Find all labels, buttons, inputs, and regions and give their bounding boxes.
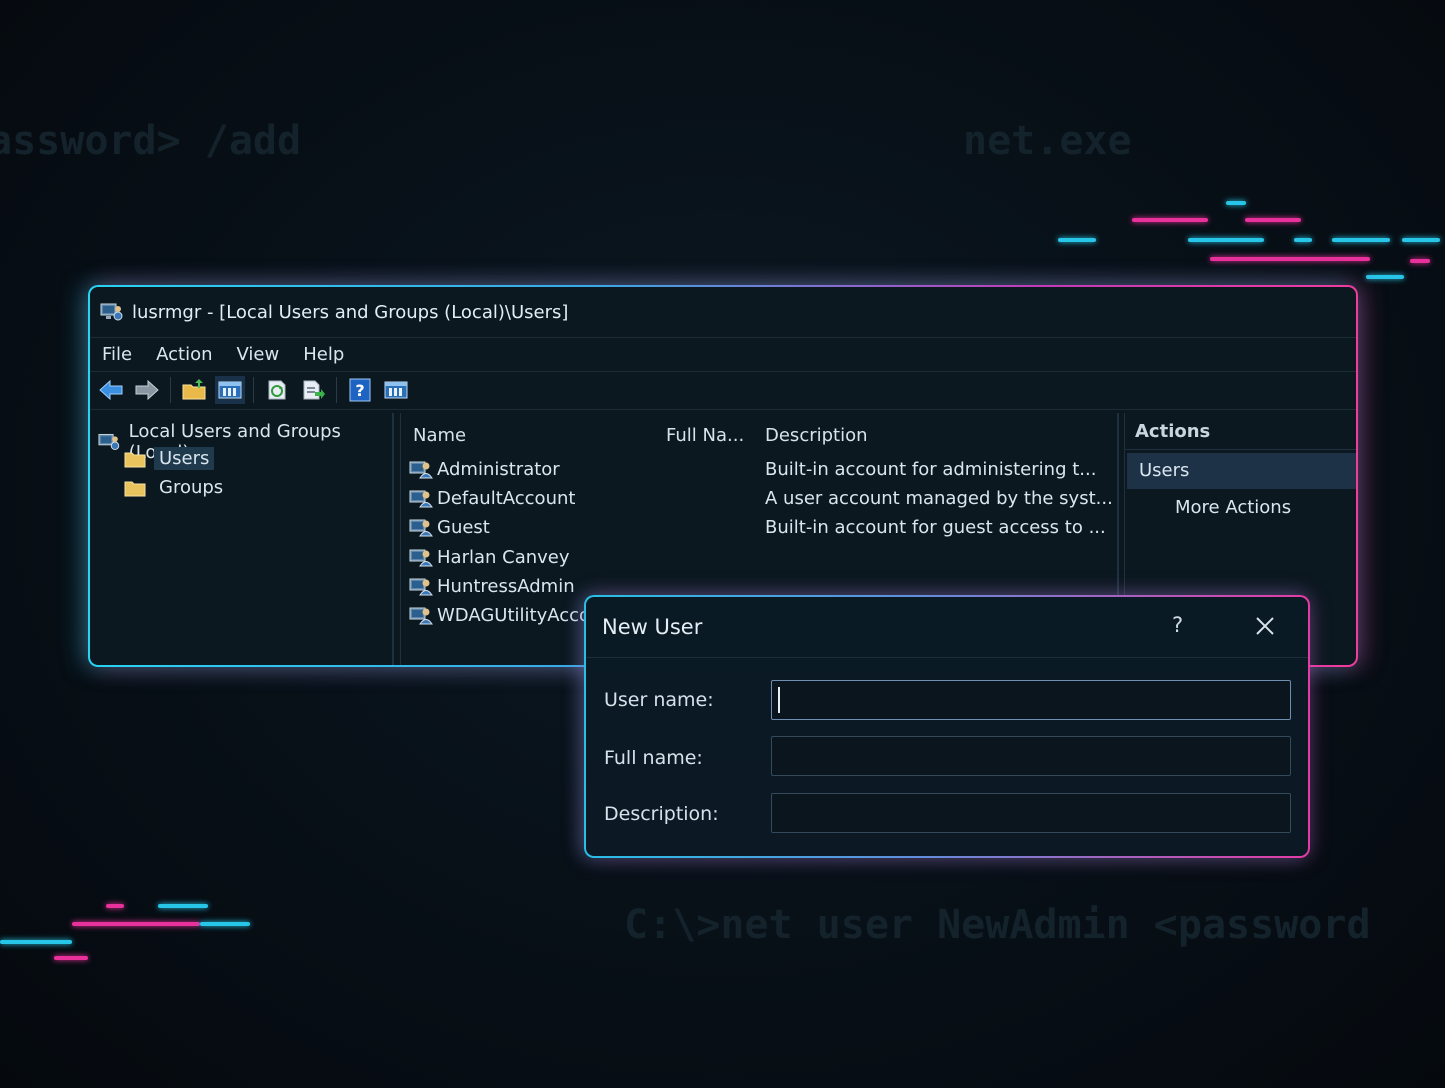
column-header-name[interactable]: Name: [413, 425, 466, 446]
table-row[interactable]: DefaultAccount: [409, 485, 575, 511]
menu-help[interactable]: Help: [303, 344, 344, 365]
tree-item-label: Users: [154, 447, 215, 470]
dialog-help-button[interactable]: ?: [1172, 613, 1183, 637]
help-icon: ?: [349, 378, 371, 402]
user-icon: [409, 519, 433, 537]
title-bar: lusrmgr - [Local Users and Groups (Local…: [100, 297, 568, 327]
tree-item-users[interactable]: Users: [124, 447, 215, 470]
properties-icon: [384, 381, 408, 399]
show-hide-tree-icon: [218, 381, 242, 399]
toolbar-separator: [253, 377, 254, 403]
full-name-field[interactable]: [771, 736, 1291, 776]
menu-file[interactable]: File: [102, 344, 132, 365]
window-title: lusrmgr - [Local Users and Groups (Local…: [132, 301, 569, 323]
column-header-full-name[interactable]: Full Na...: [666, 425, 744, 446]
back-button[interactable]: [96, 376, 126, 404]
folder-icon: [124, 452, 146, 467]
background-code-left: assword> /add: [0, 118, 302, 164]
user-icon: [409, 578, 433, 596]
user-name: Guest: [437, 516, 490, 538]
refresh-icon: [268, 380, 286, 400]
menu-action[interactable]: Action: [156, 344, 212, 365]
up-one-level-button[interactable]: [179, 376, 209, 404]
toolbar: ?: [90, 371, 1356, 410]
folder-icon: [124, 481, 146, 496]
full-name-label: Full name:: [604, 747, 703, 769]
user-description: A user account managed by the syst...: [765, 488, 1113, 509]
dialog-divider: [586, 657, 1308, 658]
user-description: Built-in account for guest access to ...: [765, 517, 1106, 538]
user-name: HuntressAdmin: [437, 575, 575, 597]
toolbar-separator: [336, 377, 337, 403]
close-icon[interactable]: [1254, 615, 1276, 637]
text-caret: [778, 687, 780, 713]
user-name: DefaultAccount: [437, 487, 576, 509]
forward-arrow-icon: [135, 379, 159, 401]
table-row[interactable]: Administrator: [409, 456, 560, 482]
background-code-right: net.exe: [963, 118, 1132, 164]
table-row[interactable]: HuntressAdmin: [409, 573, 575, 599]
up-folder-icon: [182, 379, 206, 400]
user-name-label: User name:: [604, 689, 714, 711]
description-label: Description:: [604, 803, 719, 825]
tree-item-groups[interactable]: Groups: [124, 476, 228, 499]
actions-header: Actions: [1125, 413, 1356, 450]
user-name: Administrator: [437, 458, 560, 480]
user-name-field[interactable]: [771, 680, 1291, 720]
description-field[interactable]: [771, 793, 1291, 833]
user-description: Built-in account for administering t...: [765, 459, 1097, 480]
new-user-dialog: New User ? User name: Full name: Descrip…: [584, 595, 1310, 858]
user-icon: [409, 461, 433, 479]
tree-item-label: Groups: [159, 477, 224, 498]
column-header-description[interactable]: Description: [765, 425, 868, 446]
table-row[interactable]: Guest: [409, 514, 490, 540]
toolbar-separator: [170, 377, 171, 403]
forward-button[interactable]: [132, 376, 162, 404]
user-icon: [409, 549, 433, 567]
help-button[interactable]: ?: [345, 376, 375, 404]
background-code-bottom: C:\>net user NewAdmin <password: [624, 902, 1371, 948]
export-list-icon: [303, 380, 325, 400]
actions-section-users[interactable]: Users: [1127, 453, 1356, 489]
computer-management-icon: [100, 303, 123, 321]
user-name: Harlan Canvey: [437, 546, 570, 568]
properties-button[interactable]: [381, 376, 411, 404]
user-icon: [409, 490, 433, 508]
show-hide-console-tree-button[interactable]: [215, 376, 245, 404]
export-list-button[interactable]: [298, 376, 328, 404]
computer-management-icon: [98, 433, 120, 451]
dialog-title: New User: [602, 615, 703, 639]
more-actions-link[interactable]: More Actions: [1175, 497, 1291, 518]
svg-text:?: ?: [355, 381, 364, 400]
console-tree: Local Users and Groups (Local) Users Gro…: [90, 413, 394, 665]
back-arrow-icon: [99, 379, 123, 401]
table-row[interactable]: Harlan Canvey: [409, 544, 570, 570]
refresh-button[interactable]: [262, 376, 292, 404]
menu-view[interactable]: View: [237, 344, 280, 365]
menu-bar: File Action View Help: [90, 337, 1356, 372]
user-icon: [409, 607, 433, 625]
